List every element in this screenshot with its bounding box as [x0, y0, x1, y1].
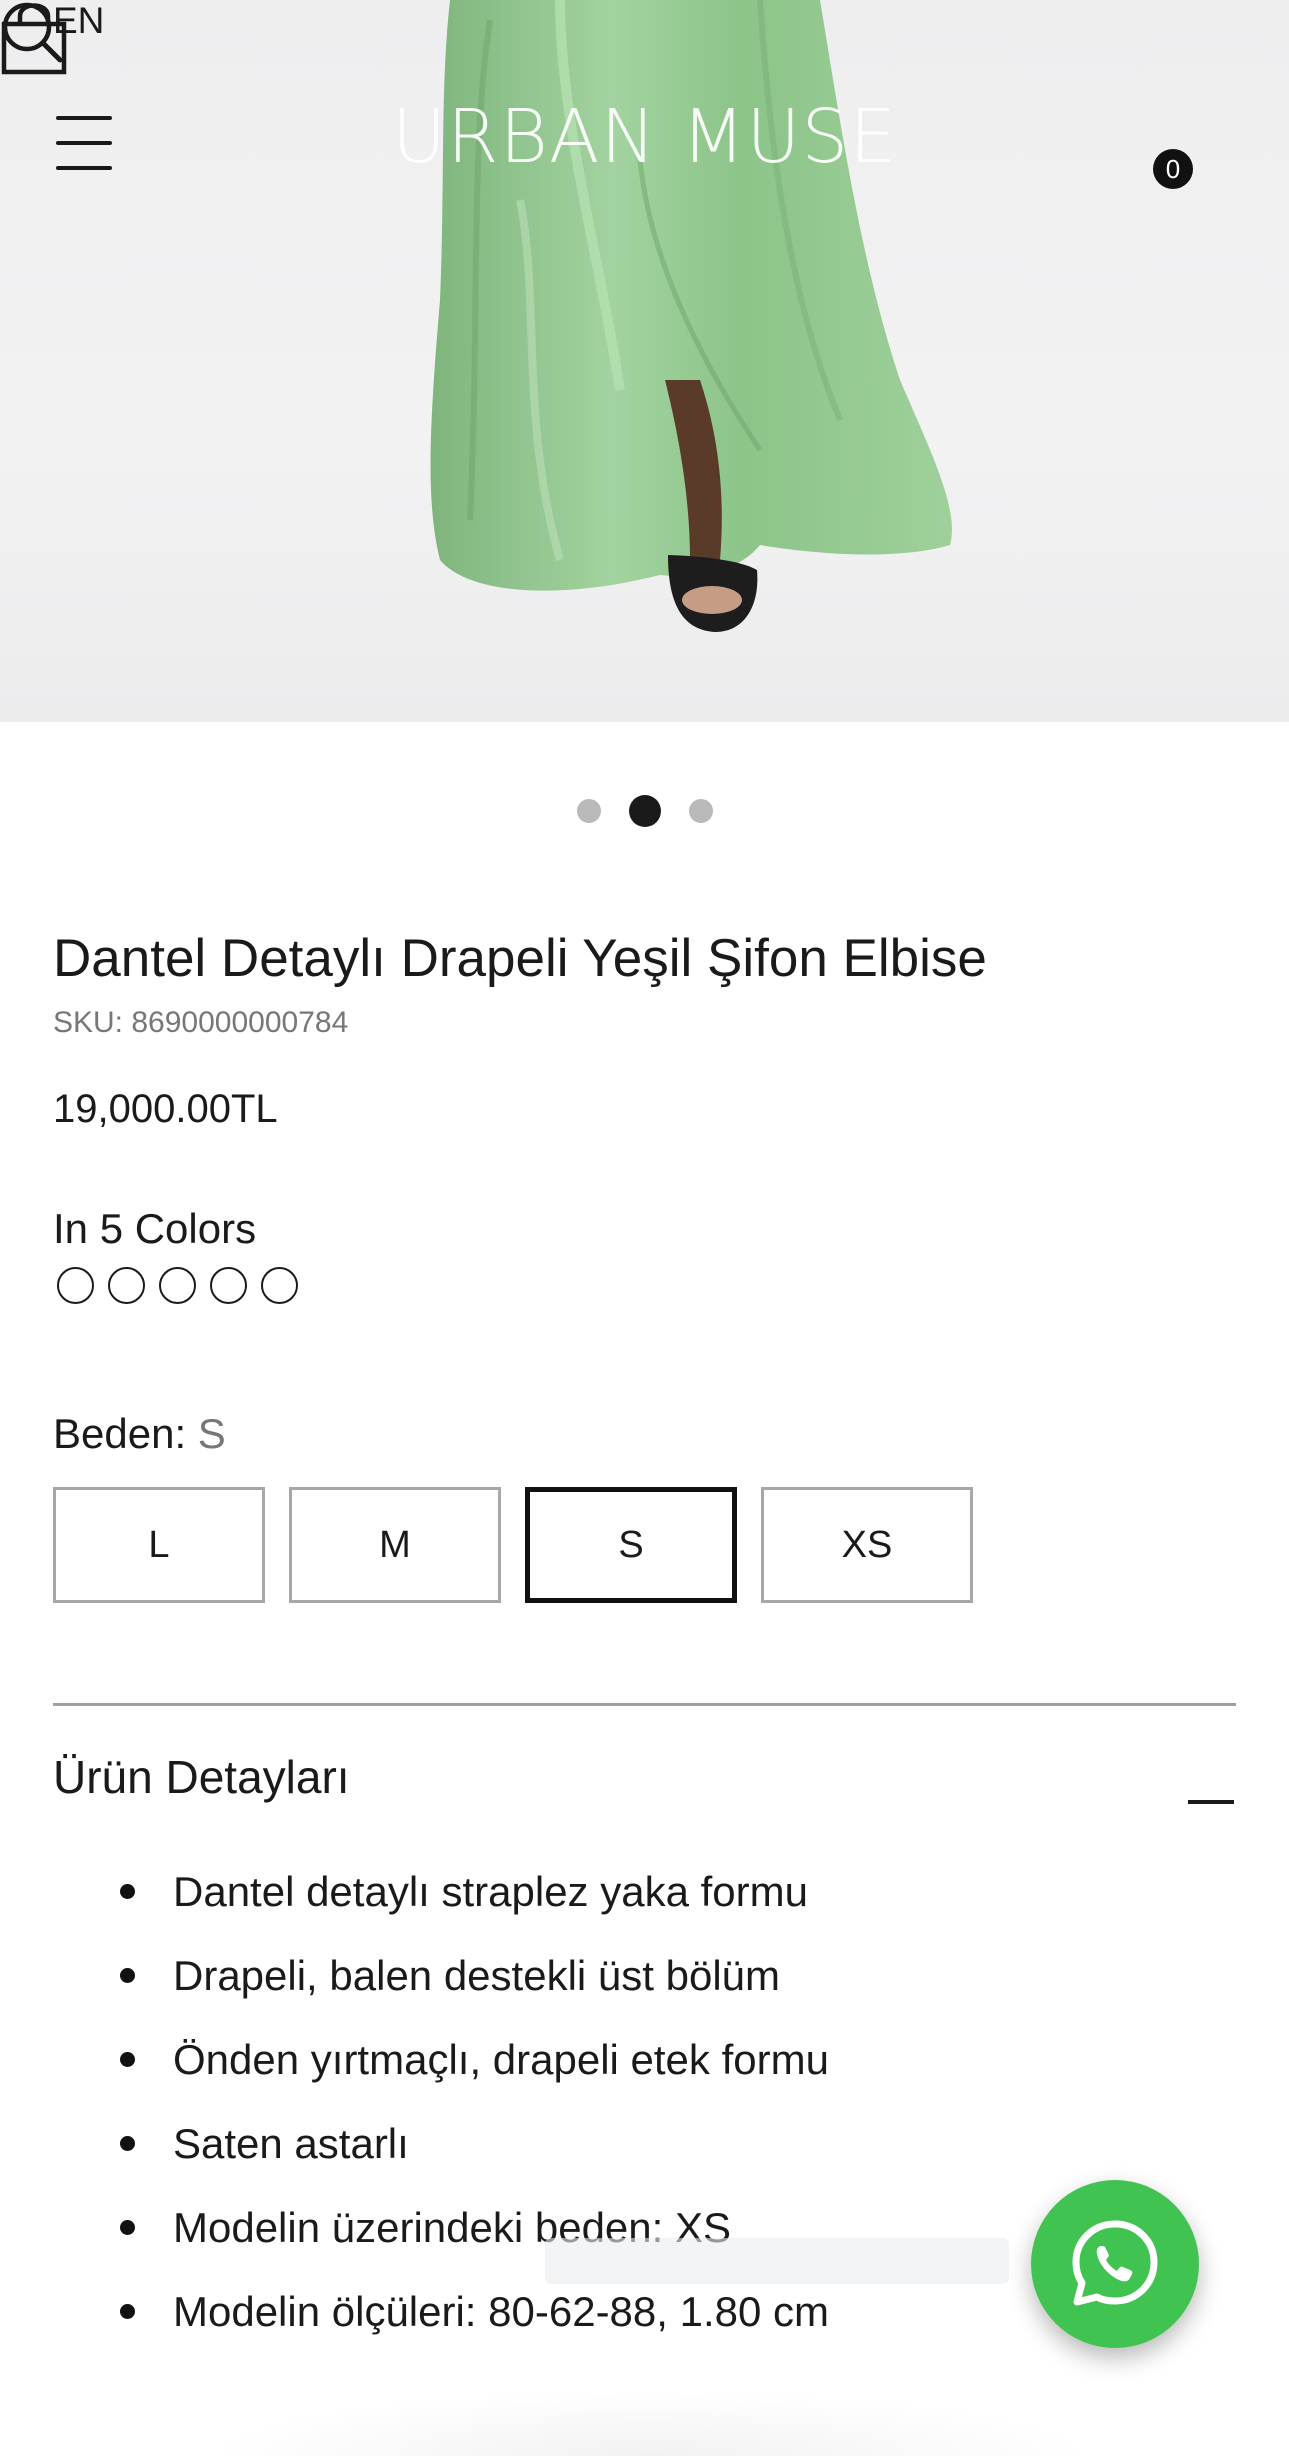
- product-title: Dantel Detaylı Drapeli Yeşil Şifon Elbis…: [53, 929, 987, 988]
- gallery-pagination: [0, 795, 1289, 827]
- color-swatch[interactable]: [108, 1267, 145, 1304]
- gallery-dot-active[interactable]: [628, 795, 661, 827]
- product-sku: SKU: 8690000000784: [53, 1006, 349, 1039]
- color-swatch[interactable]: [210, 1267, 247, 1304]
- gallery-dot[interactable]: [688, 799, 713, 823]
- size-option-l[interactable]: L: [53, 1487, 265, 1603]
- size-option-s[interactable]: S: [525, 1487, 737, 1603]
- list-item: Saten astarlı: [120, 2102, 829, 2186]
- product-price: 19,000.00TL: [53, 1087, 278, 1131]
- brand-logo[interactable]: URBAN MUSE: [0, 94, 1289, 180]
- colors-label: In 5 Colors: [53, 1205, 257, 1252]
- gallery-dot[interactable]: [576, 799, 601, 823]
- color-swatches: [57, 1267, 298, 1304]
- list-item: Dantel detaylı straplez yaka formu: [120, 1850, 829, 1934]
- color-swatch[interactable]: [261, 1267, 298, 1304]
- color-swatch[interactable]: [159, 1267, 196, 1304]
- size-option-m[interactable]: M: [289, 1487, 501, 1603]
- list-item: Önden yırtmaçlı, drapeli etek formu: [120, 2018, 829, 2102]
- size-label-text: Beden:: [53, 1410, 187, 1457]
- product-image[interactable]: EN URBAN MUSE 0: [0, 0, 1289, 722]
- size-options: L M S XS: [53, 1487, 973, 1603]
- cart-count-badge[interactable]: 0: [1153, 149, 1193, 189]
- whatsapp-icon: [1072, 2220, 1158, 2306]
- size-option-xs[interactable]: XS: [761, 1487, 973, 1603]
- size-label: Beden: S: [53, 1410, 226, 1458]
- details-accordion-header[interactable]: Ürün Detayları: [53, 1750, 350, 1804]
- bottom-fade: [200, 2390, 1100, 2456]
- color-swatch[interactable]: [57, 1267, 94, 1304]
- whatsapp-button[interactable]: [1031, 2180, 1199, 2348]
- collapse-icon[interactable]: [1188, 1800, 1234, 1804]
- overlay-placeholder: [545, 2238, 1009, 2284]
- selected-size: S: [197, 1410, 226, 1457]
- list-item: Drapeli, balen destekli üst bölüm: [120, 1934, 829, 2018]
- section-divider: [53, 1703, 1236, 1706]
- shopping-bag-icon[interactable]: [0, 0, 68, 76]
